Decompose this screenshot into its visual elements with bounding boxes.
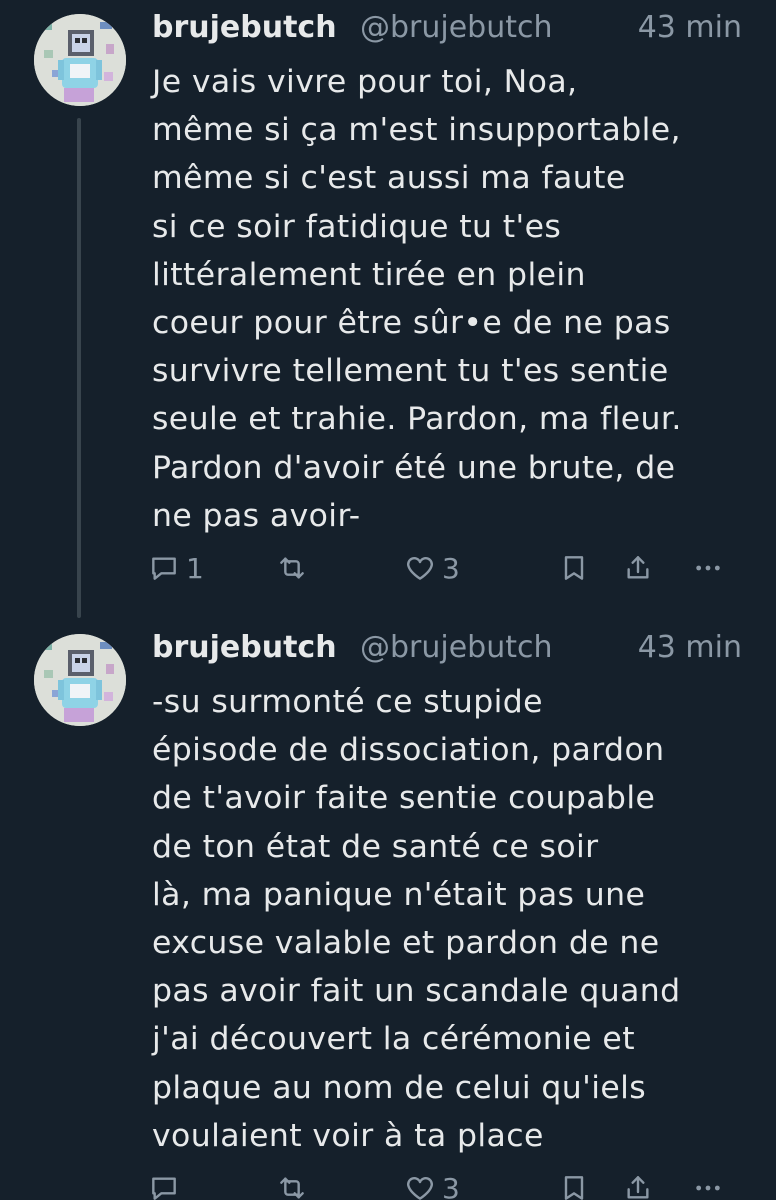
post-actions: 3 [148, 1168, 748, 1200]
like-button[interactable]: 3 [404, 1168, 460, 1200]
retweet-icon [280, 557, 304, 579]
reply-icon [152, 557, 176, 580]
post-timestamp[interactable]: 43 min [638, 6, 742, 50]
like-button[interactable]: 3 [404, 548, 460, 588]
bookmark-icon [564, 556, 584, 580]
avatar[interactable] [34, 634, 126, 726]
post-actions: 1 3 [148, 548, 748, 588]
reply-icon [152, 1177, 176, 1200]
share-icon [627, 556, 649, 579]
retweet-button[interactable] [276, 548, 314, 588]
post-header: brujebutch @brujebutch 43 min [152, 6, 752, 50]
avatar-image [34, 634, 126, 726]
more-button[interactable] [692, 548, 724, 588]
avatar[interactable] [34, 14, 126, 106]
author-name[interactable]: brujebutch [152, 6, 337, 50]
post-timestamp[interactable]: 43 min [638, 626, 742, 670]
post-text: -su surmonté ce stupide épisode de disso… [152, 684, 681, 1154]
reply-button[interactable] [148, 1168, 186, 1200]
retweet-icon [280, 1177, 304, 1199]
bookmark-icon [564, 1176, 584, 1200]
more-icon [696, 1185, 720, 1191]
heart-icon [407, 1177, 433, 1200]
post-header: brujebutch @brujebutch 43 min [152, 626, 752, 670]
share-button[interactable] [622, 1168, 654, 1200]
author-handle[interactable]: @brujebutch [360, 626, 600, 670]
author-handle[interactable]: @brujebutch [360, 6, 600, 50]
like-count: 3 [442, 1171, 460, 1200]
share-button[interactable] [622, 548, 654, 588]
heart-icon [407, 557, 433, 580]
author-name[interactable]: brujebutch [152, 626, 337, 670]
more-button[interactable] [692, 1168, 724, 1200]
bookmark-button[interactable] [558, 548, 590, 588]
bookmark-button[interactable] [558, 1168, 590, 1200]
reply-count: 1 [186, 551, 204, 585]
retweet-button[interactable] [276, 1168, 314, 1200]
thread-connector-line [77, 118, 81, 618]
reply-button[interactable]: 1 [148, 548, 204, 588]
more-icon [696, 565, 720, 571]
share-icon [627, 1176, 649, 1199]
avatar-image [34, 14, 126, 106]
post-text: Je vais vivre pour toi, Noa, même si ça … [152, 64, 682, 534]
like-count: 3 [442, 551, 460, 585]
